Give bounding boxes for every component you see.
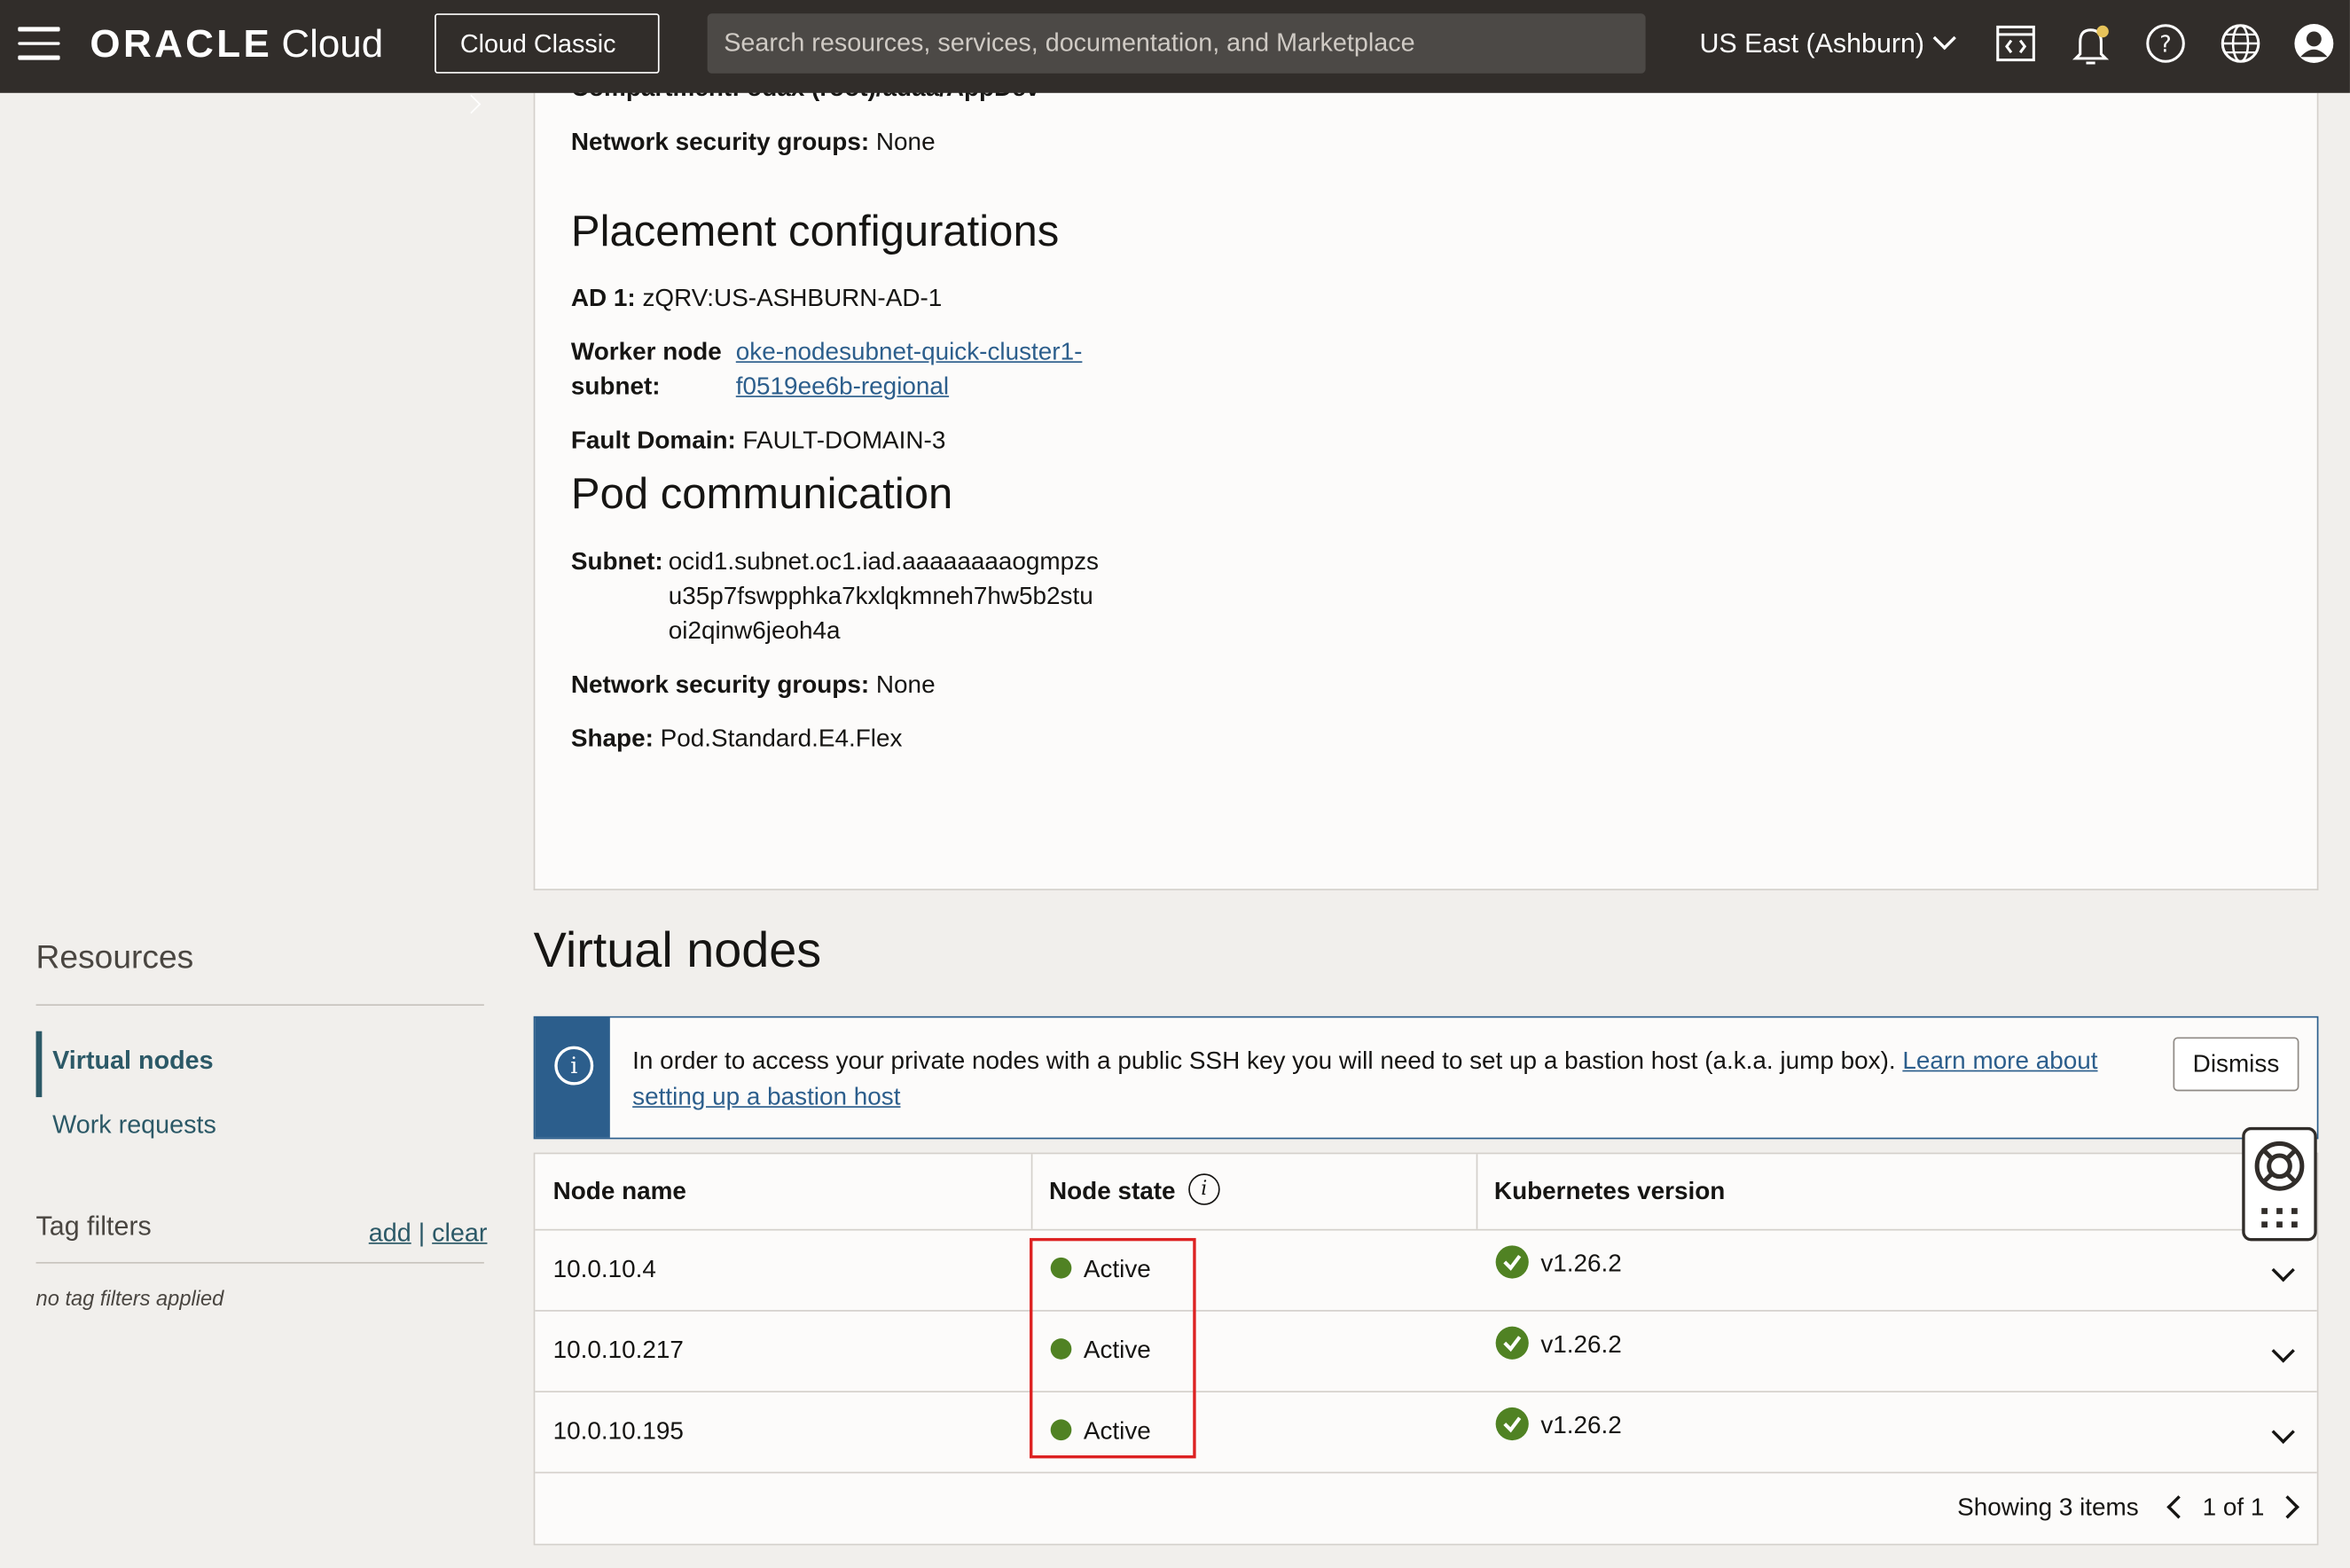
virtual-nodes-title: Virtual nodes <box>533 921 822 977</box>
cloud-classic-button[interactable]: Cloud Classic <box>435 13 660 114</box>
notifications-bell-icon[interactable] <box>2068 21 2113 67</box>
chevron-down-icon <box>1932 26 1957 51</box>
subnet-label: Subnet: <box>570 548 663 576</box>
expand-row-chevron-icon[interactable] <box>2271 1339 2295 1363</box>
tag-filter-actions: add | clear <box>369 1219 488 1249</box>
code-editor-icon[interactable] <box>1994 21 2039 67</box>
divider <box>35 1261 484 1264</box>
help-icon[interactable]: ? <box>2143 21 2189 67</box>
expand-row-chevron-icon[interactable] <box>2271 1420 2295 1444</box>
node-name-cell: 10.0.10.217 <box>552 1337 684 1364</box>
check-circle-icon <box>1495 1245 1529 1279</box>
expand-row-chevron-icon[interactable] <box>2271 1258 2295 1282</box>
pagination: 1 of 1 <box>2166 1494 2300 1523</box>
lifebuoy-icon <box>2254 1141 2305 1228</box>
highlight-annotation <box>1030 1237 1196 1459</box>
separator: | <box>418 1218 426 1248</box>
banner-message: In order to access your private nodes wi… <box>632 1047 2098 1111</box>
search-input[interactable]: Search resources, services, documentatio… <box>707 13 1646 74</box>
nsg-row: Network security groups: None <box>571 126 936 161</box>
column-header-kubernetes-version[interactable]: Kubernetes version <box>1477 1154 2226 1229</box>
info-icon[interactable]: i <box>1188 1173 1220 1205</box>
language-globe-icon[interactable] <box>2218 21 2263 67</box>
kubernetes-version-cell: v1.26.2 <box>1495 1245 1622 1282</box>
worker-subnet-link[interactable]: oke-nodesubnet-quick-cluster1- f0519ee6b-… <box>736 336 1083 405</box>
items-count: Showing 3 items <box>1957 1494 2139 1522</box>
next-page-icon[interactable] <box>2276 1495 2300 1519</box>
fault-domain-row: Fault Domain: FAULT-DOMAIN-3 <box>570 427 946 455</box>
row-divider <box>535 1310 2317 1312</box>
top-navigation-bar: ORACLE Cloud Cloud Classic Search resourc… <box>0 0 2350 114</box>
sidebar <box>0 92 518 1568</box>
virtual-nodes-table: Node name Node state i Kubernetes versio… <box>533 1152 2319 1546</box>
row-divider <box>535 1471 2317 1474</box>
column-header-node-name[interactable]: Node name <box>535 1154 1030 1229</box>
banner-accent: i <box>535 1017 610 1138</box>
kubernetes-version-cell: v1.26.2 <box>1495 1407 1622 1443</box>
support-widget[interactable] <box>2242 1126 2317 1242</box>
nsg-value: None <box>875 129 936 156</box>
tag-filters-heading: Tag filters <box>35 1211 152 1242</box>
add-tag-filter-link[interactable]: add <box>369 1219 411 1247</box>
node-name-cell: 10.0.10.195 <box>552 1417 684 1446</box>
oracle-cloud-logo[interactable]: ORACLE Cloud <box>90 21 383 67</box>
divider <box>35 1004 484 1006</box>
info-icon: i <box>554 1046 594 1086</box>
row-divider <box>535 1228 2317 1231</box>
dismiss-button[interactable]: Dismiss <box>2173 1037 2299 1092</box>
hamburger-menu-icon[interactable] <box>18 27 60 59</box>
subnet-value: ocid1.subnet.oc1.iad.aaaaaaaaogmpzs u35p7… <box>668 548 1100 645</box>
page-indicator: 1 of 1 <box>2202 1494 2265 1522</box>
info-banner: i In order to access your private nodes … <box>533 1015 2319 1140</box>
svg-text:?: ? <box>2159 30 2171 57</box>
kubernetes-version-cell: v1.26.2 <box>1495 1326 1622 1362</box>
resources-heading: Resources <box>35 937 194 976</box>
nsg-label: Network security groups: <box>570 129 870 156</box>
details-panel: Compartment: odax (root)/adaa/AppDev Net… <box>533 75 2319 890</box>
chevron-right-icon <box>461 94 482 114</box>
region-selector[interactable]: US East (Ashburn) <box>1699 26 1957 59</box>
pod-communication-title: Pod communication <box>570 470 953 519</box>
clear-tag-filter-link[interactable]: clear <box>432 1219 487 1247</box>
active-indicator <box>35 1031 43 1098</box>
tag-filters-empty-text: no tag filters applied <box>35 1286 224 1311</box>
worker-subnet-label: Worker node subnet: <box>570 338 722 401</box>
column-header-node-state[interactable]: Node state i <box>1031 1154 1477 1229</box>
sidebar-item-virtual-nodes[interactable]: Virtual nodes <box>52 1047 213 1077</box>
pod-nsg-row: Network security groups: None <box>570 671 936 699</box>
row-divider <box>535 1391 2317 1393</box>
placement-title: Placement configurations <box>570 208 1060 256</box>
user-profile-icon[interactable] <box>2291 21 2337 67</box>
check-circle-icon <box>1495 1326 1529 1360</box>
check-circle-icon <box>1495 1407 1529 1441</box>
node-name-cell: 10.0.10.4 <box>552 1256 656 1283</box>
sidebar-item-work-requests[interactable]: Work requests <box>52 1110 216 1141</box>
shape-row: Shape: Pod.Standard.E4.Flex <box>570 725 903 753</box>
previous-page-icon[interactable] <box>2166 1495 2190 1519</box>
ad-row: AD 1: zQRV:US-ASHBURN-AD-1 <box>570 285 943 312</box>
